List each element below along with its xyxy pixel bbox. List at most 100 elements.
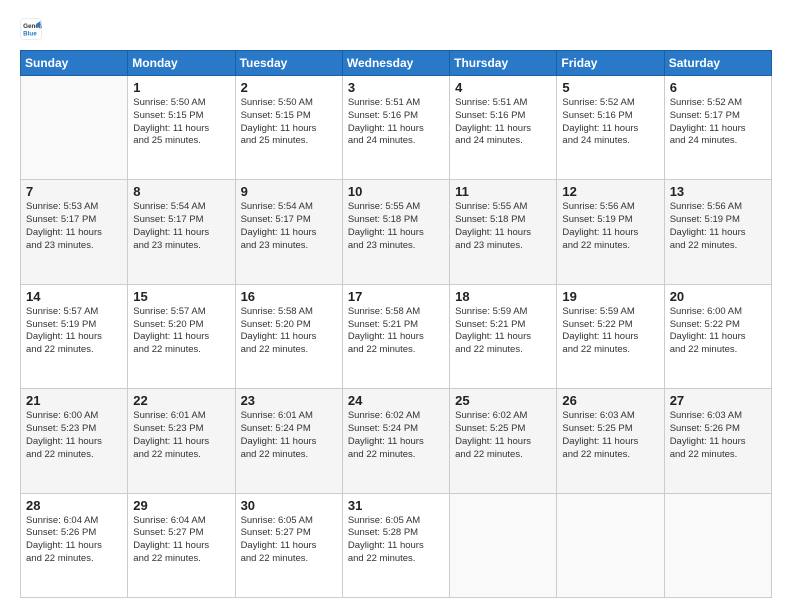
calendar-cell: 3 Sunrise: 5:51 AM Sunset: 5:16 PM Daylig… <box>342 76 449 180</box>
cell-info: Sunrise: 6:01 AM Sunset: 5:23 PM Dayligh… <box>133 410 229 461</box>
calendar-day-header: Thursday <box>450 51 557 76</box>
calendar-day-header: Monday <box>128 51 235 76</box>
calendar-day-header: Sunday <box>21 51 128 76</box>
day-number: 6 <box>670 80 766 95</box>
day-number: 7 <box>26 184 122 199</box>
calendar-cell <box>664 493 771 597</box>
page: General Blue SundayMondayTuesdayWednesda… <box>0 0 792 612</box>
calendar-cell: 20Sunrise: 6:00 AM Sunset: 5:22 PM Dayli… <box>664 284 771 388</box>
day-number: 1 <box>133 80 229 95</box>
cell-info: Sunrise: 5:51 AM Sunset: 5:16 PM Dayligh… <box>455 97 551 148</box>
day-number: 21 <box>26 393 122 408</box>
cell-info: Sunrise: 6:03 AM Sunset: 5:26 PM Dayligh… <box>670 410 766 461</box>
cell-info: Sunrise: 6:04 AM Sunset: 5:26 PM Dayligh… <box>26 515 122 566</box>
calendar-cell: 30 Sunrise: 6:05 AM Sunset: 5:27 PM Dayli… <box>235 493 342 597</box>
calendar-cell: 29Sunrise: 6:04 AM Sunset: 5:27 PM Dayli… <box>128 493 235 597</box>
calendar-cell <box>557 493 664 597</box>
calendar-cell: 7Sunrise: 5:53 AM Sunset: 5:17 PM Daylig… <box>21 180 128 284</box>
day-number: 10 <box>348 184 444 199</box>
calendar-week-row: 28 Sunrise: 6:04 AM Sunset: 5:26 PM Dayli… <box>21 493 772 597</box>
day-number: 12 <box>562 184 658 199</box>
day-number: 23 <box>241 393 337 408</box>
calendar-table: SundayMondayTuesdayWednesdayThursdayFrid… <box>20 50 772 598</box>
cell-info: Sunrise: 5:56 AM Sunset: 5:19 PM Dayligh… <box>670 201 766 252</box>
calendar-cell: 15Sunrise: 5:57 AM Sunset: 5:20 PM Dayli… <box>128 284 235 388</box>
cell-info: Sunrise: 6:05 AM Sunset: 5:27 PM Dayligh… <box>241 515 337 566</box>
calendar-cell: 17Sunrise: 5:58 AM Sunset: 5:21 PM Dayli… <box>342 284 449 388</box>
calendar-cell: 10 Sunrise: 5:55 AM Sunset: 5:18 PM Dayli… <box>342 180 449 284</box>
calendar-week-row: 14 Sunrise: 5:57 AM Sunset: 5:19 PM Dayli… <box>21 284 772 388</box>
cell-info: Sunrise: 5:59 AM Sunset: 5:22 PM Dayligh… <box>562 306 658 357</box>
day-number: 22 <box>133 393 229 408</box>
calendar-week-row: 1 Sunrise: 5:50 AM Sunset: 5:15 PM Daylig… <box>21 76 772 180</box>
calendar-cell: 21 Sunrise: 6:00 AM Sunset: 5:23 PM Dayli… <box>21 389 128 493</box>
calendar-cell <box>21 76 128 180</box>
cell-info: Sunrise: 6:02 AM Sunset: 5:24 PM Dayligh… <box>348 410 444 461</box>
calendar-cell: 6 Sunrise: 5:52 AM Sunset: 5:17 PM Daylig… <box>664 76 771 180</box>
day-number: 31 <box>348 498 444 513</box>
calendar-cell: 24Sunrise: 6:02 AM Sunset: 5:24 PM Dayli… <box>342 389 449 493</box>
day-number: 4 <box>455 80 551 95</box>
cell-info: Sunrise: 5:52 AM Sunset: 5:16 PM Dayligh… <box>562 97 658 148</box>
day-number: 5 <box>562 80 658 95</box>
calendar-day-header: Tuesday <box>235 51 342 76</box>
day-number: 16 <box>241 289 337 304</box>
calendar-week-row: 21 Sunrise: 6:00 AM Sunset: 5:23 PM Dayli… <box>21 389 772 493</box>
cell-info: Sunrise: 5:57 AM Sunset: 5:19 PM Dayligh… <box>26 306 122 357</box>
day-number: 14 <box>26 289 122 304</box>
day-number: 28 <box>26 498 122 513</box>
day-number: 18 <box>455 289 551 304</box>
cell-info: Sunrise: 6:00 AM Sunset: 5:23 PM Dayligh… <box>26 410 122 461</box>
calendar-cell: 13 Sunrise: 5:56 AM Sunset: 5:19 PM Dayli… <box>664 180 771 284</box>
calendar-day-header: Friday <box>557 51 664 76</box>
day-number: 26 <box>562 393 658 408</box>
header: General Blue <box>20 18 772 40</box>
cell-info: Sunrise: 5:50 AM Sunset: 5:15 PM Dayligh… <box>241 97 337 148</box>
cell-info: Sunrise: 5:52 AM Sunset: 5:17 PM Dayligh… <box>670 97 766 148</box>
calendar-cell: 26 Sunrise: 6:03 AM Sunset: 5:25 PM Dayli… <box>557 389 664 493</box>
calendar-week-row: 7Sunrise: 5:53 AM Sunset: 5:17 PM Daylig… <box>21 180 772 284</box>
day-number: 8 <box>133 184 229 199</box>
day-number: 27 <box>670 393 766 408</box>
day-number: 25 <box>455 393 551 408</box>
calendar-cell: 12 Sunrise: 5:56 AM Sunset: 5:19 PM Dayli… <box>557 180 664 284</box>
day-number: 20 <box>670 289 766 304</box>
calendar-cell: 4 Sunrise: 5:51 AM Sunset: 5:16 PM Daylig… <box>450 76 557 180</box>
logo-icon: General Blue <box>20 18 42 40</box>
cell-info: Sunrise: 5:55 AM Sunset: 5:18 PM Dayligh… <box>348 201 444 252</box>
day-number: 30 <box>241 498 337 513</box>
cell-info: Sunrise: 5:56 AM Sunset: 5:19 PM Dayligh… <box>562 201 658 252</box>
day-number: 17 <box>348 289 444 304</box>
cell-info: Sunrise: 5:58 AM Sunset: 5:20 PM Dayligh… <box>241 306 337 357</box>
day-number: 29 <box>133 498 229 513</box>
logo: General Blue <box>20 18 46 40</box>
calendar-cell: 8Sunrise: 5:54 AM Sunset: 5:17 PM Daylig… <box>128 180 235 284</box>
calendar-cell: 19 Sunrise: 5:59 AM Sunset: 5:22 PM Dayli… <box>557 284 664 388</box>
svg-text:Blue: Blue <box>23 30 37 37</box>
cell-info: Sunrise: 6:01 AM Sunset: 5:24 PM Dayligh… <box>241 410 337 461</box>
day-number: 9 <box>241 184 337 199</box>
calendar-cell: 23 Sunrise: 6:01 AM Sunset: 5:24 PM Dayli… <box>235 389 342 493</box>
calendar-header-row: SundayMondayTuesdayWednesdayThursdayFrid… <box>21 51 772 76</box>
cell-info: Sunrise: 6:05 AM Sunset: 5:28 PM Dayligh… <box>348 515 444 566</box>
calendar-cell: 14 Sunrise: 5:57 AM Sunset: 5:19 PM Dayli… <box>21 284 128 388</box>
day-number: 2 <box>241 80 337 95</box>
cell-info: Sunrise: 5:55 AM Sunset: 5:18 PM Dayligh… <box>455 201 551 252</box>
day-number: 19 <box>562 289 658 304</box>
day-number: 11 <box>455 184 551 199</box>
calendar-cell: 11 Sunrise: 5:55 AM Sunset: 5:18 PM Dayli… <box>450 180 557 284</box>
day-number: 13 <box>670 184 766 199</box>
cell-info: Sunrise: 6:03 AM Sunset: 5:25 PM Dayligh… <box>562 410 658 461</box>
calendar-cell: 25 Sunrise: 6:02 AM Sunset: 5:25 PM Dayli… <box>450 389 557 493</box>
calendar-cell: 1Sunrise: 5:50 AM Sunset: 5:15 PM Daylig… <box>128 76 235 180</box>
calendar-cell <box>450 493 557 597</box>
calendar-day-header: Wednesday <box>342 51 449 76</box>
day-number: 15 <box>133 289 229 304</box>
calendar-cell: 18 Sunrise: 5:59 AM Sunset: 5:21 PM Dayli… <box>450 284 557 388</box>
cell-info: Sunrise: 5:51 AM Sunset: 5:16 PM Dayligh… <box>348 97 444 148</box>
calendar-cell: 22 Sunrise: 6:01 AM Sunset: 5:23 PM Dayli… <box>128 389 235 493</box>
calendar-cell: 27 Sunrise: 6:03 AM Sunset: 5:26 PM Dayli… <box>664 389 771 493</box>
day-number: 3 <box>348 80 444 95</box>
cell-info: Sunrise: 6:02 AM Sunset: 5:25 PM Dayligh… <box>455 410 551 461</box>
cell-info: Sunrise: 5:59 AM Sunset: 5:21 PM Dayligh… <box>455 306 551 357</box>
